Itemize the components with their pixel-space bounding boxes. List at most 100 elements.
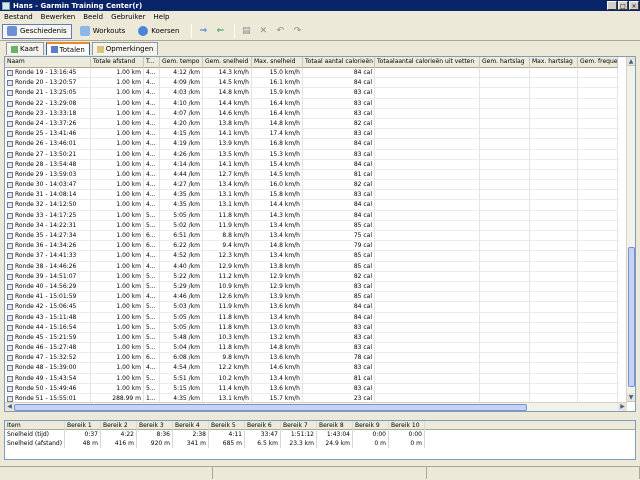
table-row[interactable]: Ronde 39 - 14:51:07 1.00 km 5... 5:22 /km 11… xyxy=(5,271,618,282)
table-cell xyxy=(578,159,618,170)
table-row[interactable]: Ronde 32 - 14:12:50 1.00 km 4... 4:35 /km 13… xyxy=(5,200,618,211)
scroll-left-icon[interactable]: ◀ xyxy=(5,403,14,411)
lap-icon xyxy=(7,375,13,382)
column-header[interactable]: Gem. tempo xyxy=(160,57,203,68)
table-row[interactable]: Ronde 37 - 14:41:33 1.00 km 4... 4:52 /km 12… xyxy=(5,251,618,262)
zones-column-header[interactable]: Bereik 3 xyxy=(137,421,173,430)
delete-icon[interactable]: ✕ xyxy=(256,24,270,38)
table-cell: 11.9 km/h xyxy=(203,302,252,313)
column-header[interactable]: Naam xyxy=(5,57,91,68)
menu-bar: Bestand Bewerken Beeld Gebruiker Help xyxy=(0,11,640,22)
column-header[interactable]: Totaal aantal calorieën xyxy=(303,57,375,68)
trash-icon[interactable]: ▤ xyxy=(239,24,253,38)
table-cell: 83 cal xyxy=(303,332,375,343)
table-row[interactable]: Ronde 25 - 13:41:46 1.00 km 4... 4:15 /km 14… xyxy=(5,129,618,140)
table-cell: 13.4 km/h xyxy=(252,312,303,323)
table-row[interactable]: Ronde 47 - 15:32:52 1.00 km 6... 6:08 /km 9.… xyxy=(5,353,618,364)
table-row[interactable]: Ronde 49 - 15:43:54 1.00 km 5... 5:51 /km 10… xyxy=(5,373,618,384)
tab-totalen[interactable]: Totalen xyxy=(45,42,90,55)
table-row[interactable]: Ronde 23 - 13:33:18 1.00 km 4... 4:07 /km 14… xyxy=(5,108,618,119)
close-button[interactable]: × xyxy=(629,1,639,10)
menu-help[interactable]: Help xyxy=(150,13,174,21)
menu-gebruiker[interactable]: Gebruiker xyxy=(107,13,149,21)
table-row[interactable]: Ronde 19 - 13:16:45 1.00 km 4... 4:12 /km 14… xyxy=(5,68,618,79)
zones-column-header[interactable]: Bereik 7 xyxy=(281,421,317,430)
menu-bestand[interactable]: Bestand xyxy=(0,13,37,21)
horizontal-scrollbar[interactable]: ◀ ▶ xyxy=(5,402,627,411)
vertical-scrollbar[interactable]: ▲ ▼ xyxy=(626,57,635,402)
table-cell: 1.00 km xyxy=(91,292,144,303)
menu-bewerken[interactable]: Bewerken xyxy=(37,13,80,21)
table-cell: 5:05 /km xyxy=(160,322,203,333)
lap-icon xyxy=(7,192,13,199)
zones-column-header[interactable]: Bereik 1 xyxy=(65,421,101,430)
zones-column-header[interactable]: Bereik 9 xyxy=(353,421,389,430)
send-to-device-icon[interactable]: ⇒ xyxy=(196,24,210,38)
column-header[interactable]: T... xyxy=(144,57,160,68)
table-row[interactable]: Ronde 22 - 13:29:08 1.00 km 4... 4:10 /km 14… xyxy=(5,98,618,109)
table-row[interactable]: Ronde 48 - 15:39:00 1.00 km 4... 4:54 /km 12… xyxy=(5,363,618,374)
table-row[interactable]: Ronde 29 - 13:59:03 1.00 km 4... 4:44 /km 12… xyxy=(5,169,618,181)
table-row[interactable]: Ronde 36 - 14:34:26 1.00 km 6... 6:22 /km 9.… xyxy=(5,241,618,252)
zones-column-header[interactable]: Bereik 4 xyxy=(173,421,209,430)
table-row[interactable]: Ronde 26 - 13:46:01 1.00 km 4... 4:19 /km 13… xyxy=(5,139,618,150)
koersen-button[interactable]: Koersen xyxy=(133,24,184,39)
table-row[interactable]: Ronde 34 - 14:22:31 1.00 km 5... 5:02 /km 11… xyxy=(5,220,618,231)
table-cell xyxy=(578,220,618,231)
menu-beeld[interactable]: Beeld xyxy=(79,13,107,21)
lap-name-cell: Ronde 44 - 15:16:54 xyxy=(5,322,91,333)
table-row[interactable]: Ronde 33 - 14:17:25 1.00 km 5... 5:05 /km 11… xyxy=(5,210,618,221)
table-row[interactable]: Ronde 31 - 14:08:14 1.00 km 4... 4:35 /km 13… xyxy=(5,190,618,201)
column-header[interactable]: Max. snelheid xyxy=(252,57,303,68)
table-row[interactable]: Ronde 35 - 14:27:34 1.00 km 6... 6:51 /km 8.… xyxy=(5,231,618,242)
scroll-down-icon[interactable]: ▼ xyxy=(627,393,635,402)
table-row[interactable]: Ronde 50 - 15:49:46 1.00 km 5... 5:15 /km 11… xyxy=(5,383,618,394)
tab-kaart[interactable]: Kaart xyxy=(6,42,44,55)
table-row[interactable]: Ronde 27 - 13:50:21 1.00 km 4... 4:26 /km 13… xyxy=(5,149,618,160)
table-cell: 5... xyxy=(144,332,160,343)
table-row[interactable]: Ronde 38 - 14:46:26 1.00 km 4... 4:40 /km 12… xyxy=(5,261,618,272)
table-row[interactable]: Ronde 28 - 13:54:48 1.00 km 4... 4:14 /km 14… xyxy=(5,159,618,170)
maximize-button[interactable]: □ xyxy=(618,1,628,10)
column-header[interactable]: Gem. frequen xyxy=(578,57,618,68)
table-row[interactable]: Ronde 21 - 13:25:05 1.00 km 4... 4:03 /km 14… xyxy=(5,88,618,99)
table-row[interactable]: Ronde 42 - 15:06:45 1.00 km 5... 5:03 /km 11… xyxy=(5,302,618,313)
table-row[interactable]: Ronde 24 - 13:37:26 1.00 km 4... 4:20 /km 13… xyxy=(5,118,618,130)
zones-column-header[interactable]: Bereik 8 xyxy=(317,421,353,430)
zones-column-header[interactable]: Item xyxy=(5,421,65,430)
workouts-button[interactable]: Workouts xyxy=(75,24,131,39)
pane-splitter[interactable] xyxy=(0,414,640,418)
table-row[interactable]: Ronde 41 - 15:01:59 1.00 km 4... 4:46 /km 12… xyxy=(5,292,618,303)
column-header[interactable]: Gem. hartslag xyxy=(480,57,530,68)
zones-column-header[interactable]: Bereik 2 xyxy=(101,421,137,430)
zones-column-header[interactable]: Bereik 6 xyxy=(245,421,281,430)
undo-icon[interactable]: ↶ xyxy=(273,24,287,38)
table-row[interactable]: Ronde 44 - 15:16:54 1.00 km 5... 5:05 /km 11… xyxy=(5,322,618,333)
table-row[interactable]: Ronde 46 - 15:27:48 1.00 km 5... 5:04 /km 11… xyxy=(5,343,618,354)
receive-from-device-icon[interactable]: ⇐ xyxy=(213,24,227,38)
scroll-thumb[interactable] xyxy=(628,247,635,387)
table-cell: 4:14 /km xyxy=(160,159,203,170)
scroll-right-icon[interactable]: ▶ xyxy=(618,403,627,411)
table-row[interactable]: Ronde 20 - 13:20:57 1.00 km 4... 4:09 /km 14… xyxy=(5,78,618,89)
zones-column-header[interactable]: Bereik 5 xyxy=(209,421,245,430)
tab-opmerkingen[interactable]: Opmerkingen xyxy=(91,42,159,55)
geschiedenis-button[interactable]: Geschiedenis xyxy=(2,23,72,39)
column-header[interactable]: Totaalaantal calorieën uit vetten xyxy=(375,57,480,68)
scroll-thumb-horizontal[interactable] xyxy=(14,404,527,411)
column-header[interactable]: Gem. snelheid xyxy=(203,57,252,68)
minimize-button[interactable]: _ xyxy=(607,1,617,10)
scroll-up-icon[interactable]: ▲ xyxy=(627,57,635,66)
zones-column-header[interactable]: Bereik 10 xyxy=(389,421,425,430)
lap-icon xyxy=(7,263,13,270)
column-header[interactable]: Totale afstand xyxy=(91,57,144,68)
column-header[interactable]: Max. hartslag xyxy=(530,57,578,68)
table-row[interactable]: Ronde 40 - 14:56:29 1.00 km 5... 5:29 /km 10… xyxy=(5,281,618,293)
table-cell: 5... xyxy=(144,312,160,323)
redo-icon[interactable]: ↷ xyxy=(290,24,304,38)
tab-totalen-label: Totalen xyxy=(59,45,85,54)
table-row[interactable]: Ronde 45 - 15:21:59 1.00 km 5... 5:48 /km 10… xyxy=(5,332,618,344)
table-cell: 13.2 km/h xyxy=(252,332,303,343)
table-row[interactable]: Ronde 43 - 15:11:48 1.00 km 5... 5:05 /km 11… xyxy=(5,312,618,323)
table-row[interactable]: Ronde 30 - 14:03:47 1.00 km 4... 4:27 /km 13… xyxy=(5,180,618,191)
